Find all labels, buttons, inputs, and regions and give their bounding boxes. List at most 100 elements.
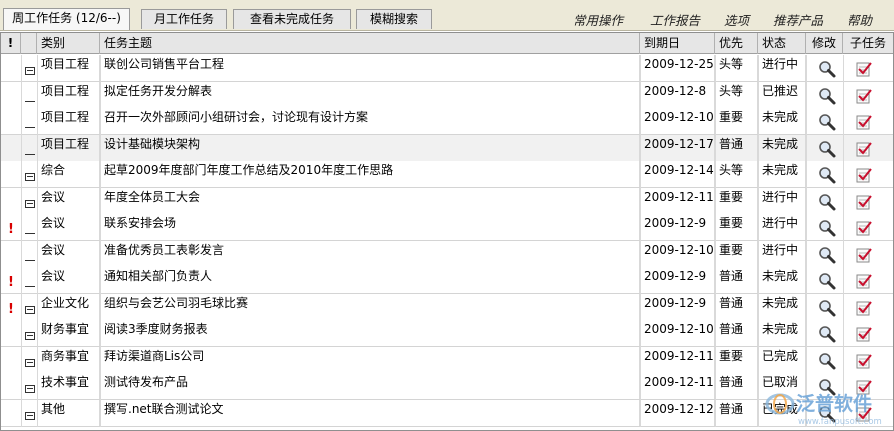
tree-expander-icon[interactable] [25, 385, 35, 393]
magnifier-edit-icon[interactable] [817, 271, 837, 291]
cell-subject: 撰写.net联合测试论文 [100, 399, 640, 426]
column-divider [843, 240, 844, 268]
column-divider [21, 399, 22, 427]
magnifier-edit-icon[interactable] [817, 377, 837, 397]
cell-subject: 联系安排会场 [100, 214, 640, 240]
cell-due-date: 2009-12-14 [640, 161, 715, 187]
cell-subject: 设计基础模块架构 [100, 134, 640, 161]
tree-expander-icon[interactable] [25, 199, 35, 208]
cell-category: 会议 [37, 240, 100, 267]
header-status[interactable]: 状态 [758, 33, 806, 54]
header-due-date[interactable]: 到期日 [640, 33, 715, 54]
subtask-check-icon[interactable] [855, 378, 873, 396]
table-row[interactable]: 商务事宜 拜访渠道商Lis公司 2009-12-11 重要 已完成 [1, 346, 893, 374]
table-row[interactable]: ! 会议 通知相关部门负责人 2009-12-9 普通 未完成 [1, 267, 893, 294]
subtask-check-icon[interactable] [855, 246, 873, 264]
menu-help[interactable]: 帮助 [847, 10, 872, 29]
tab-unfinished-tasks[interactable]: 查看未完成任务 [233, 9, 351, 29]
subtask-check-icon[interactable] [855, 272, 873, 290]
tree-expander-icon[interactable] [25, 358, 35, 367]
cell-status: 已取消 [758, 373, 806, 399]
column-divider [21, 134, 22, 162]
cell-priority: 重要 [715, 240, 758, 267]
table-row[interactable]: 项目工程 联创公司销售平台工程 2009-12-25 头等 进行中 [1, 55, 893, 82]
cell-due-date: 2009-12-17 [640, 134, 715, 161]
subtask-check-icon[interactable] [855, 405, 873, 423]
column-divider [843, 214, 844, 241]
tab-monthly-tasks[interactable]: 月工作任务 [141, 9, 227, 29]
table-row[interactable]: ! 企业文化 组织与会艺公司羽毛球比赛 2009-12-9 普通 未完成 [1, 293, 893, 321]
column-divider [806, 161, 807, 188]
magnifier-edit-icon[interactable] [817, 59, 837, 79]
header-subtask[interactable]: 子任务 [843, 33, 893, 54]
tree-expander-icon[interactable] [25, 305, 35, 314]
table-row[interactable]: 财务事宜 阅读3季度财务报表 2009-12-10 普通 未完成 [1, 320, 893, 347]
magnifier-edit-icon[interactable] [817, 298, 837, 318]
cell-category: 会议 [37, 187, 100, 214]
header-subject[interactable]: 任务主题 [100, 33, 640, 54]
cell-status: 进行中 [758, 214, 806, 240]
cell-category: 企业文化 [37, 293, 100, 320]
table-row[interactable]: 会议 准备优秀员工表彰发言 2009-12-10 重要 进行中 [1, 240, 893, 268]
cell-status: 已完成 [758, 399, 806, 426]
tree-expander-icon[interactable] [25, 332, 35, 340]
tab-fuzzy-search[interactable]: 模糊搜索 [356, 9, 432, 29]
magnifier-edit-icon[interactable] [817, 245, 837, 265]
magnifier-edit-icon[interactable] [817, 218, 837, 238]
magnifier-edit-icon[interactable] [817, 139, 837, 159]
table-row[interactable]: 综合 起草2009年度部门年度工作总结及2010年度工作思路 2009-12-14 头… [1, 161, 893, 188]
magnifier-edit-icon[interactable] [817, 165, 837, 185]
cell-priority: 普通 [715, 293, 758, 320]
column-divider [21, 346, 22, 374]
subtask-check-icon[interactable] [855, 219, 873, 237]
subtask-check-icon[interactable] [855, 325, 873, 343]
header-flag[interactable]: ! [1, 33, 21, 54]
tree-expander-icon[interactable] [25, 67, 35, 75]
table-row[interactable]: 项目工程 设计基础模块架构 2009-12-17 普通 未完成 [1, 134, 893, 162]
magnifier-edit-icon[interactable] [817, 112, 837, 132]
cell-due-date: 2009-12-9 [640, 267, 715, 293]
table-row[interactable]: 会议 年度全体员工大会 2009-12-11 重要 进行中 [1, 187, 893, 215]
cell-category: 项目工程 [37, 55, 100, 81]
table-row[interactable]: ! 会议 联系安排会场 2009-12-9 重要 进行中 [1, 214, 893, 241]
cell-category: 项目工程 [37, 108, 100, 134]
menu-recommended[interactable]: 推荐产品 [773, 10, 823, 29]
subtask-check-icon[interactable] [855, 352, 873, 370]
tree-expander-icon[interactable] [25, 411, 35, 420]
column-divider [806, 81, 807, 109]
cell-priority: 普通 [715, 399, 758, 426]
subtask-check-icon[interactable] [855, 60, 873, 78]
table-row[interactable]: 技术事宜 测试待发布产品 2009-12-11 普通 已取消 [1, 373, 893, 400]
table-row[interactable]: 项目工程 拟定任务开发分解表 2009-12-8 头等 已推迟 [1, 81, 893, 109]
cell-subject: 起草2009年度部门年度工作总结及2010年度工作思路 [100, 161, 640, 187]
magnifier-edit-icon[interactable] [817, 351, 837, 371]
subtask-check-icon[interactable] [855, 299, 873, 317]
column-divider [21, 187, 22, 215]
table-row[interactable]: 项目工程 召开一次外部顾问小组研讨会，讨论现有设计方案 2009-12-10 重要 未完… [1, 108, 893, 135]
column-divider [806, 187, 807, 215]
magnifier-edit-icon[interactable] [817, 404, 837, 424]
cell-status: 未完成 [758, 320, 806, 346]
column-divider [806, 399, 807, 427]
menu-common-actions[interactable]: 常用操作 [573, 10, 623, 29]
tree-expander-icon[interactable] [25, 173, 35, 181]
header-edit[interactable]: 修改 [806, 33, 843, 54]
header-category[interactable]: 类别 [37, 33, 100, 54]
cell-status: 未完成 [758, 293, 806, 320]
subtask-check-icon[interactable] [855, 87, 873, 105]
tree-leaf-line-icon [25, 286, 35, 287]
magnifier-edit-icon[interactable] [817, 324, 837, 344]
subtask-check-icon[interactable] [855, 166, 873, 184]
magnifier-edit-icon[interactable] [817, 86, 837, 106]
cell-subject: 组织与会艺公司羽毛球比赛 [100, 293, 640, 320]
subtask-check-icon[interactable] [855, 140, 873, 158]
subtask-check-icon[interactable] [855, 113, 873, 131]
menu-options[interactable]: 选项 [724, 10, 749, 29]
menu-work-report[interactable]: 工作报告 [650, 10, 700, 29]
importance-flag-icon: ! [8, 301, 14, 317]
table-row[interactable]: 其他 撰写.net联合测试论文 2009-12-12 普通 已完成 [1, 399, 893, 427]
tab-weekly-tasks[interactable]: 周工作任务 (12/6--) [3, 8, 130, 30]
subtask-check-icon[interactable] [855, 193, 873, 211]
header-priority[interactable]: 优先 [715, 33, 758, 54]
magnifier-edit-icon[interactable] [817, 192, 837, 212]
